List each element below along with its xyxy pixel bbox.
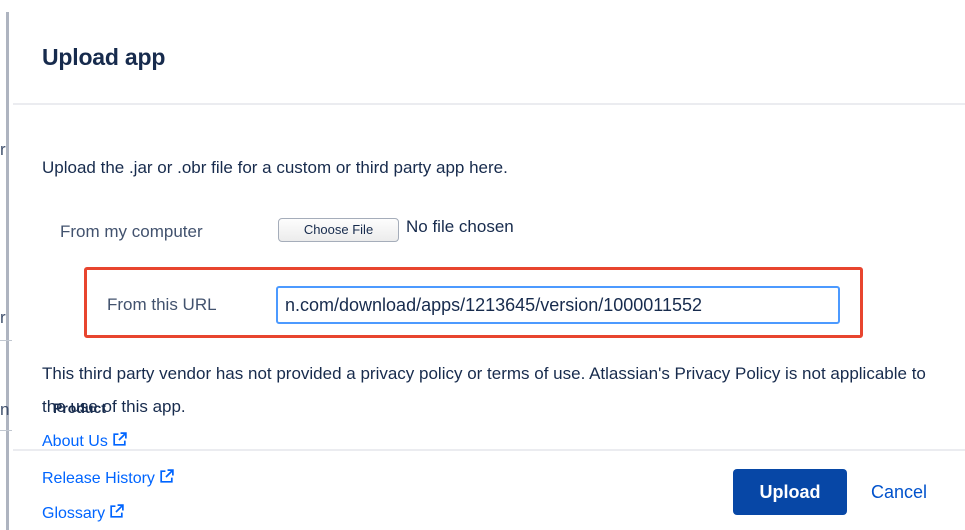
header-divider (13, 103, 965, 105)
upload-app-dialog: Upload app Upload the .jar or .obr file … (13, 0, 965, 530)
background-text-fragment: r (0, 140, 6, 159)
intro-text: Upload the .jar or .obr file for a custo… (42, 158, 508, 177)
background-page-edge: r r n (0, 0, 12, 530)
background-scroll-edge (6, 12, 9, 530)
background-divider (0, 430, 12, 431)
background-text-fragment: r (0, 308, 6, 327)
release-history-label: Release History (42, 470, 155, 487)
about-us-link[interactable]: About Us (42, 431, 128, 451)
glossary-label: Glossary (42, 505, 106, 522)
dialog-title: Upload app (42, 44, 166, 70)
external-link-icon (113, 432, 127, 446)
upload-button[interactable]: Upload (733, 469, 847, 515)
external-link-icon (110, 504, 124, 518)
url-input[interactable] (276, 286, 840, 324)
choose-file-button[interactable]: Choose File (278, 218, 399, 242)
from-computer-label: From my computer (60, 222, 203, 241)
about-us-label: About Us (42, 433, 108, 450)
from-url-label: From this URL (107, 295, 217, 314)
file-status-text: No file chosen (406, 217, 514, 236)
background-divider (0, 340, 12, 341)
cancel-button[interactable]: Cancel (871, 482, 927, 503)
glossary-link[interactable]: Glossary (42, 503, 125, 523)
footer-divider (13, 449, 965, 451)
background-text-fragment: n (0, 400, 10, 419)
footer-heading: Product (53, 400, 106, 416)
external-link-icon (160, 469, 174, 483)
release-history-link[interactable]: Release History (42, 468, 175, 488)
privacy-notice: This third party vendor has not provided… (42, 364, 926, 416)
